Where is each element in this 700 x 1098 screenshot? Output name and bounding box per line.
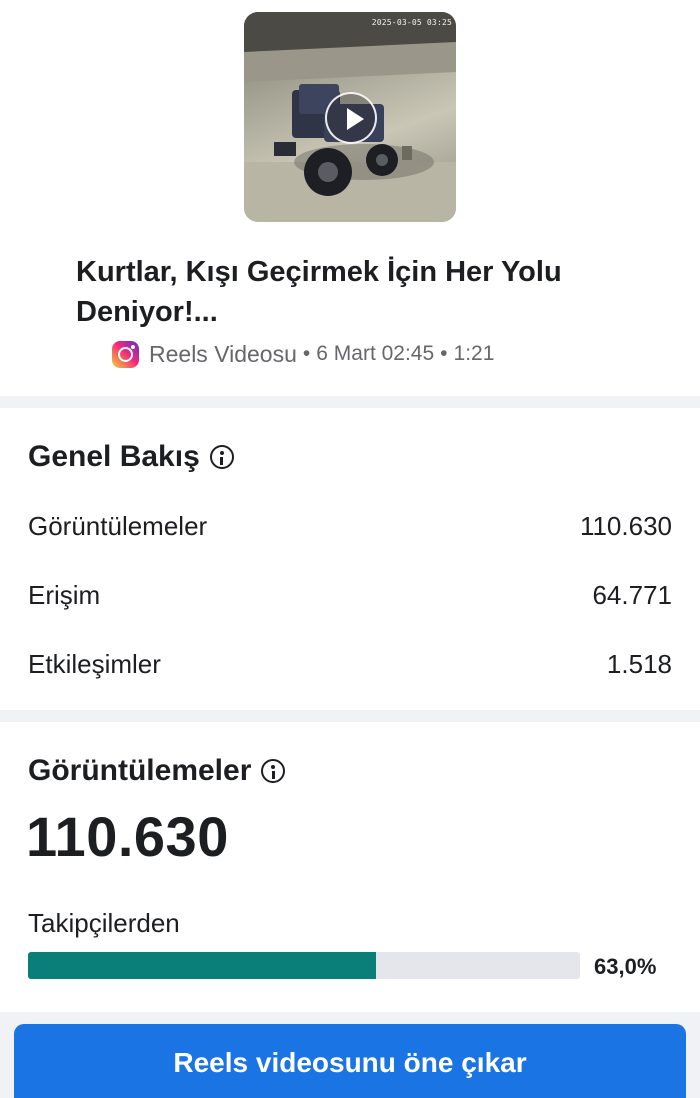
stat-value: 1.518	[606, 648, 672, 679]
reels-insights-screen: 2025-03-05 03:25 Kurtlar, Kışı Geçirmek …	[0, 0, 700, 1098]
views-title: Görüntülemeler	[28, 754, 286, 788]
stat-row-reach: Erişim 64.771	[28, 578, 672, 612]
instagram-icon	[112, 340, 139, 368]
promote-reel-button[interactable]: Reels videosunu öne çıkar	[14, 1024, 686, 1098]
views-card: Görüntülemeler 110.630 Takipçilerden 63,…	[0, 722, 700, 1012]
post-meta: Reels Videosu • 6 Mart 02:45 • 1:21	[112, 339, 494, 369]
video-thumbnail[interactable]: 2025-03-05 03:25	[244, 12, 456, 222]
info-icon[interactable]	[261, 759, 286, 783]
stat-value: 110.630	[579, 510, 672, 541]
stat-row-views: Görüntülemeler 110.630	[28, 509, 672, 543]
post-title: Kurtlar, Kışı Geçirmek İçin Her Yolu Den…	[76, 256, 562, 328]
meta-separator: •	[302, 342, 311, 365]
followers-progress-fill	[28, 952, 376, 979]
stat-label: Görüntülemeler	[28, 510, 208, 541]
views-title-text: Görüntülemeler	[28, 754, 252, 787]
meta-separator: •	[440, 342, 448, 365]
overview-title-text: Genel Bakış	[28, 440, 200, 473]
overview-title: Genel Bakış	[28, 440, 234, 474]
followers-progress-bar	[28, 952, 580, 979]
stat-value: 64.771	[592, 579, 672, 610]
post-type-label: Reels Videosu	[149, 340, 297, 367]
stat-row-interactions: Etkileşimler 1.518	[28, 647, 672, 681]
post-summary-card: 2025-03-05 03:25 Kurtlar, Kışı Geçirmek …	[0, 0, 700, 396]
overview-card: Genel Bakış Görüntülemeler 110.630 Erişi…	[0, 408, 700, 710]
views-total: 110.630	[26, 805, 229, 868]
followers-label: Takipçilerden	[28, 908, 180, 938]
video-timestamp-overlay: 2025-03-05 03:25	[371, 18, 452, 27]
post-date: 6 Mart 02:45	[316, 342, 435, 365]
stat-label: Etkileşimler	[28, 648, 161, 679]
post-duration: 1:21	[453, 342, 495, 365]
followers-percent: 63,0%	[594, 954, 657, 979]
stat-label: Erişim	[28, 579, 101, 610]
info-icon[interactable]	[209, 445, 234, 469]
play-icon[interactable]	[325, 92, 377, 144]
